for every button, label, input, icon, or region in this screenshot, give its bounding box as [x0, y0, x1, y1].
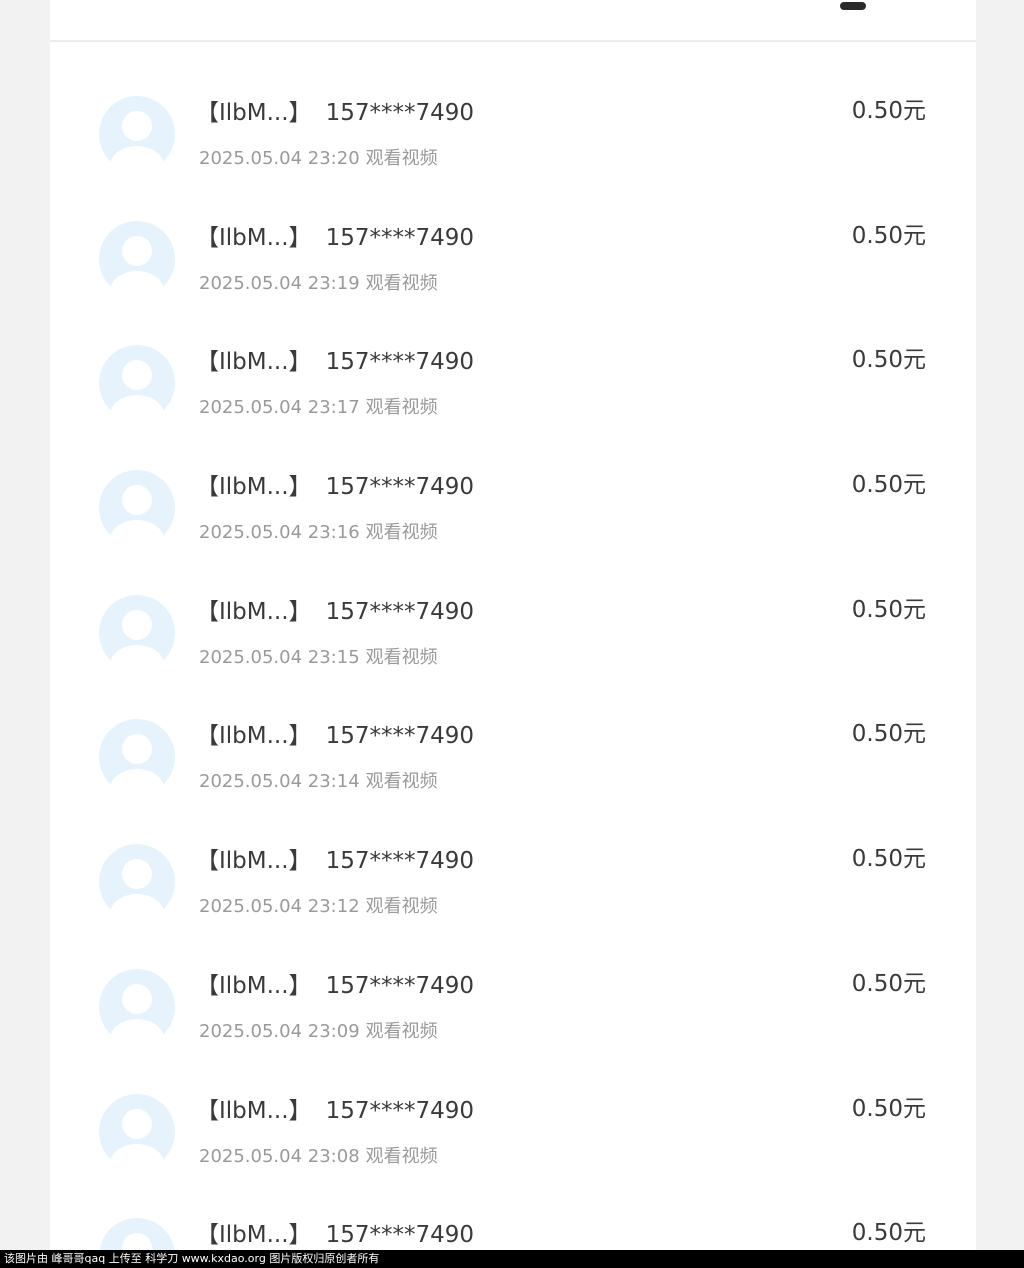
record-amount: 0.50元	[851, 222, 926, 249]
avatar-icon	[99, 96, 175, 172]
record-amount: 0.50元	[851, 721, 926, 748]
record-title: 【IlbM...】 157****7490	[196, 845, 474, 877]
list-item[interactable]: 【IlbM...】 157****7490 2025.05.04 23:15 观看视…	[50, 541, 976, 671]
record-amount: 0.50元	[851, 970, 926, 997]
list-item[interactable]: 【IlbM...】 157****7490 2025.05.04 23:09 观看视…	[50, 915, 976, 1045]
user-phone: 157****7490	[325, 1097, 474, 1124]
avatar-icon	[99, 1093, 175, 1170]
record-amount: 0.50元	[851, 1220, 926, 1247]
record-amount: 0.50元	[851, 596, 926, 623]
record-amount: 0.50元	[851, 347, 926, 374]
record-amount: 0.50元	[851, 98, 926, 124]
user-phone: 157****7490	[325, 598, 474, 625]
user-phone: 157****7490	[325, 848, 474, 875]
user-name: 【IlbM...】	[196, 848, 312, 875]
top-bar	[50, 0, 976, 42]
record-title: 【IlbM...】 157****7490	[196, 97, 474, 129]
user-phone: 157****7490	[325, 100, 474, 126]
user-phone: 157****7490	[325, 349, 474, 376]
user-phone: 157****7490	[325, 723, 474, 750]
avatar-icon	[99, 719, 175, 796]
user-name: 【IlbM...】	[196, 224, 312, 251]
list-item[interactable]: 【IlbM...】 157****7490 2025.05.04 23:17 观看视…	[50, 291, 976, 422]
avatar-icon	[99, 470, 175, 547]
avatar-icon	[99, 968, 175, 1045]
record-title: 【IlbM...】 157****7490	[196, 720, 474, 752]
user-name: 【IlbM...】	[196, 972, 312, 999]
list-item[interactable]: 【IlbM...】 157****7490 2025.05.04 23:20 观看视…	[50, 42, 976, 172]
record-title: 【IlbM...】 157****7490	[196, 596, 474, 628]
record-list[interactable]: 【IlbM...】 157****7490 2025.05.04 23:20 观看视…	[50, 42, 976, 1250]
record-amount: 0.50元	[851, 472, 926, 499]
list-item[interactable]: 【IlbM...】 157****7490 2025.05.04 23:19 观看视…	[50, 167, 976, 297]
avatar-icon	[99, 345, 175, 422]
record-title: 【IlbM...】 157****7490	[196, 222, 474, 254]
user-name: 【IlbM...】	[196, 1097, 312, 1124]
user-name: 【IlbM...】	[196, 723, 312, 750]
record-title: 【IlbM...】 157****7490	[196, 346, 474, 378]
user-name: 【IlbM...】	[196, 349, 312, 376]
avatar-icon	[99, 1218, 175, 1250]
avatar-icon	[99, 220, 175, 297]
user-name: 【IlbM...】	[196, 1222, 312, 1249]
user-name: 【IlbM...】	[196, 100, 312, 126]
list-item[interactable]: 【IlbM...】 157****7490 2025.05.04 23:16 观看视…	[50, 416, 976, 547]
record-title: 【IlbM...】 157****7490	[196, 970, 474, 1002]
user-name: 【IlbM...】	[196, 474, 312, 501]
record-title: 【IlbM...】 157****7490	[196, 1095, 474, 1127]
record-title: 【IlbM...】 157****7490	[196, 471, 474, 503]
user-phone: 157****7490	[325, 972, 474, 999]
user-name: 【IlbM...】	[196, 598, 312, 625]
list-item[interactable]: 【IlbM...】 157****7490 0.50元	[50, 1164, 976, 1250]
handle-indicator	[840, 2, 866, 10]
record-amount: 0.50元	[851, 846, 926, 873]
record-title: 【IlbM...】 157****7490	[196, 1219, 474, 1250]
avatar-icon	[99, 844, 175, 921]
user-phone: 157****7490	[325, 224, 474, 251]
list-item[interactable]: 【IlbM...】 157****7490 2025.05.04 23:08 观看视…	[50, 1040, 976, 1170]
user-phone: 157****7490	[325, 474, 474, 501]
avatar-icon	[99, 594, 175, 671]
record-panel: 【IlbM...】 157****7490 2025.05.04 23:20 观看视…	[50, 0, 976, 1250]
list-item[interactable]: 【IlbM...】 157****7490 2025.05.04 23:12 观看视…	[50, 790, 976, 921]
list-item[interactable]: 【IlbM...】 157****7490 2025.05.04 23:14 观看视…	[50, 665, 976, 796]
user-phone: 157****7490	[325, 1222, 474, 1249]
watermark-bar: 该图片由 峰哥哥qaq 上传至 科学刀 www.kxdao.org 图片版权归原…	[0, 1250, 1024, 1268]
page: 【IlbM...】 157****7490 2025.05.04 23:20 观看视…	[0, 0, 1024, 1268]
record-amount: 0.50元	[851, 1095, 926, 1122]
